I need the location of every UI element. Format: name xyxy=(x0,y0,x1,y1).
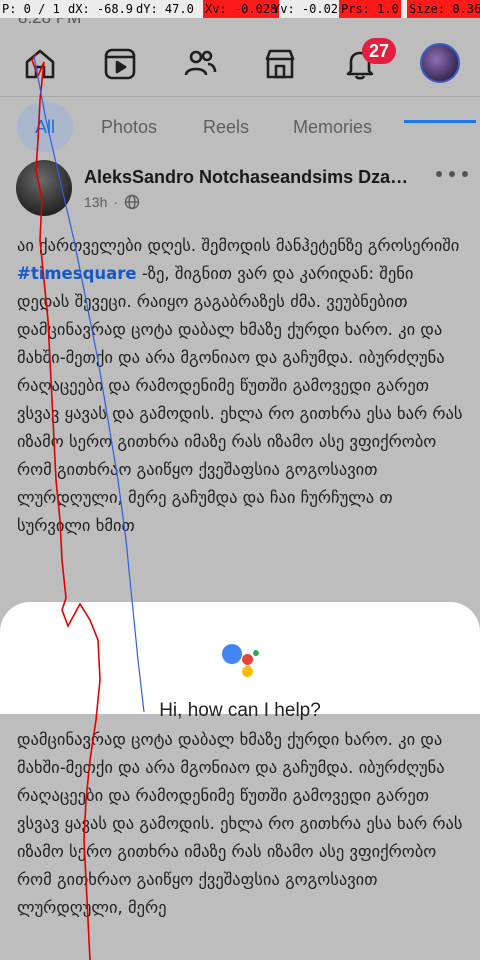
profile-menu-avatar[interactable] xyxy=(420,43,460,83)
debug-dx: dX: -68.9 xyxy=(68,2,134,16)
more-dot-icon xyxy=(462,171,468,177)
assistant-prompt: Hi, how can I help? xyxy=(159,700,321,721)
friends-tab[interactable] xyxy=(178,42,222,86)
marketplace-icon xyxy=(265,49,295,79)
globe-icon xyxy=(124,194,140,210)
assistant-dot-blue xyxy=(222,644,242,664)
post-meta: 13h · xyxy=(84,194,140,210)
debug-overlay: P: 0 / 1 dX: -68.9 dY: 47.0 Xv: -0.028 Y… xyxy=(0,0,480,18)
watch-icon xyxy=(104,48,136,80)
home-icon xyxy=(25,49,55,79)
chip-memories[interactable]: Memories xyxy=(293,102,372,152)
chip-photos[interactable]: Photos xyxy=(101,102,157,152)
top-nav: 27 xyxy=(0,30,480,123)
debug-yv: Yv: -0.028 xyxy=(273,2,346,16)
debug-prs: Prs: 1.0 xyxy=(339,0,401,18)
meta-separator: · xyxy=(113,194,119,210)
google-assistant-icon xyxy=(220,642,262,678)
more-dot-icon xyxy=(449,171,455,177)
assistant-dot-yellow xyxy=(242,666,253,677)
filter-chips: All Photos Reels Memories xyxy=(0,102,480,154)
post-text-part: აი ქართველები დღეს. შემოდის მანჰეტენზე გ… xyxy=(17,236,460,255)
post-more-button[interactable] xyxy=(436,164,468,184)
debug-xv: Xv: -0.028 xyxy=(203,0,280,18)
home-tab[interactable] xyxy=(18,42,62,86)
chip-all[interactable]: All xyxy=(17,102,73,152)
hashtag-link[interactable]: #timesquare xyxy=(17,264,137,283)
debug-dy: dY: 47.0 xyxy=(136,2,194,16)
post-text-part: -ზე, შიგნით ვარ და კარიდან: შენი დედას შ… xyxy=(17,264,463,535)
marketplace-tab[interactable] xyxy=(258,42,302,86)
watch-tab[interactable] xyxy=(98,42,142,86)
author-avatar[interactable] xyxy=(16,160,72,216)
nav-divider xyxy=(0,96,480,97)
post-time[interactable]: 13h xyxy=(84,194,107,210)
more-dot-icon xyxy=(436,171,442,177)
notification-badge: 27 xyxy=(362,38,396,64)
post-text: აი ქართველები დღეს. შემოდის მანჰეტენზე გ… xyxy=(17,232,463,604)
assistant-dot-green xyxy=(253,650,259,656)
debug-pointer: P: 0 / 1 xyxy=(2,2,60,16)
debug-size: Size: 0.36 xyxy=(407,0,480,18)
chip-reels[interactable]: Reels xyxy=(203,102,249,152)
friends-icon xyxy=(184,50,217,76)
assistant-dot-red xyxy=(242,654,253,665)
post-text-lower: დამცინავრად ცოტა დაბალ ხმაზე ქურდი ხარო.… xyxy=(17,730,463,917)
post-author[interactable]: AleksSandro Notchaseandsims Dzag... xyxy=(84,167,414,188)
